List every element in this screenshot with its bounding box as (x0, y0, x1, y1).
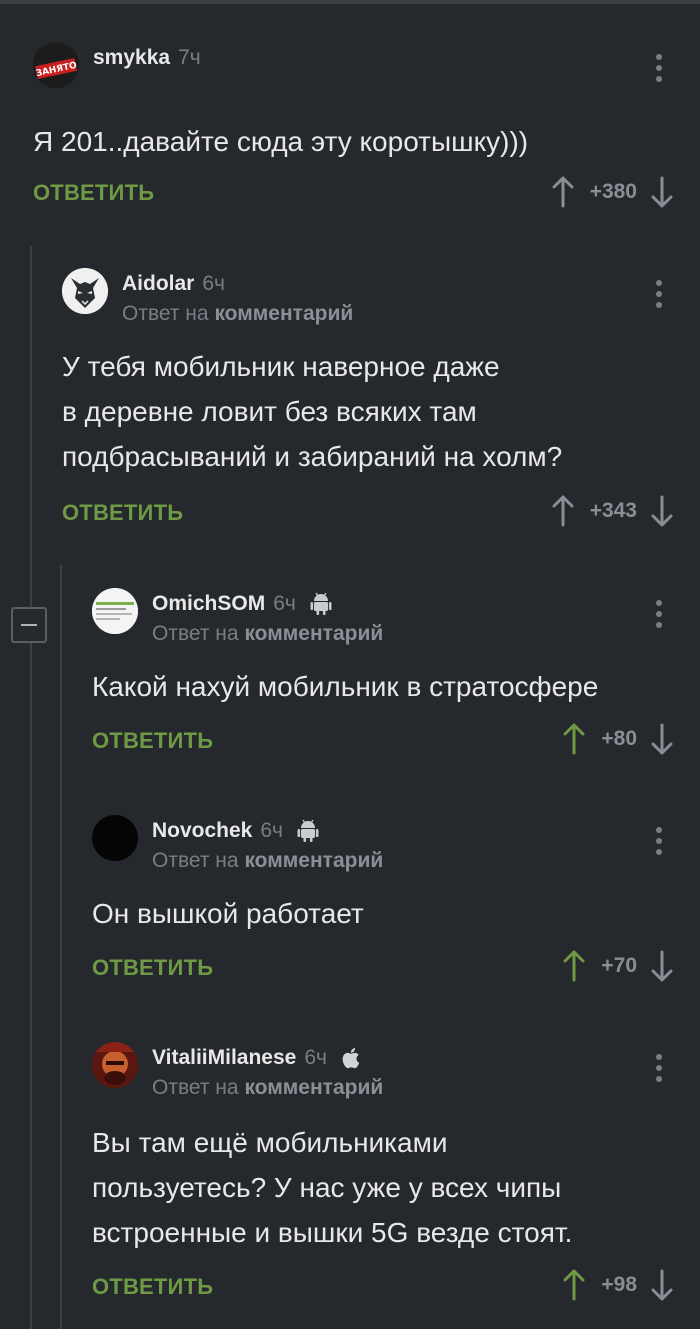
username[interactable]: OmichSOM (152, 592, 265, 616)
comment-vitaliimilanese: VitaliiMilanese 6ч Ответ на комментарий … (92, 1042, 673, 1312)
avatar-sticker-image: ЗАНЯТО (33, 42, 79, 88)
more-options-icon[interactable] (645, 594, 673, 634)
apple-icon (341, 1045, 363, 1071)
timestamp: 6ч (273, 592, 296, 615)
rating: +70 (601, 954, 637, 977)
reply-button[interactable]: ОТВЕТИТЬ (33, 180, 154, 206)
wolf-avatar-image (62, 268, 108, 314)
thread-line-level-2[interactable] (60, 565, 62, 1329)
downvote-arrow-icon[interactable] (651, 176, 673, 208)
reply-to-link[interactable]: комментарий (214, 302, 353, 325)
timestamp: 6ч (260, 819, 283, 842)
upvote-arrow-icon[interactable] (552, 495, 574, 527)
downvote-arrow-icon[interactable] (651, 723, 673, 755)
username[interactable]: Aidolar (122, 272, 194, 296)
comment-text: Какой нахуй мобильник в стратосфере (92, 671, 599, 702)
avatar[interactable] (92, 588, 138, 634)
username[interactable]: VitaliiMilanese (152, 1046, 296, 1070)
rating: +343 (589, 499, 637, 522)
avatar[interactable] (92, 815, 138, 861)
reply-to: Ответ на комментарий (152, 622, 384, 645)
thread-line-level-1[interactable] (30, 246, 32, 1329)
reply-to: Ответ на комментарий (152, 849, 384, 872)
avatar[interactable]: ЗАНЯТО (33, 42, 79, 88)
comment-text: Я 201..давайте сюда эту коротышку))) (33, 126, 529, 157)
comment-novochek: Novochek 6ч Ответ на комментарий Он вышк… (92, 815, 673, 995)
downvote-arrow-icon[interactable] (651, 950, 673, 982)
top-bar (0, 0, 700, 4)
upvote-arrow-icon[interactable] (563, 950, 585, 982)
downvote-arrow-icon[interactable] (651, 1269, 673, 1301)
comment-smykka: ЗАНЯТО smykka 7ч Я 201..давайте сюда эту… (33, 42, 673, 217)
android-icon (310, 592, 332, 616)
rating: +380 (589, 180, 637, 203)
comment-text: Он вышкой работает (92, 898, 364, 929)
comment-aidolar: Aidolar 6ч Ответ на комментарий У тебя м… (62, 268, 673, 538)
reply-to: Ответ на комментарий (152, 1076, 384, 1099)
upvote-arrow-icon[interactable] (563, 723, 585, 755)
reply-to-link[interactable]: комментарий (244, 849, 383, 872)
reply-to-link[interactable]: комментарий (244, 622, 383, 645)
upvote-arrow-icon[interactable] (552, 176, 574, 208)
timestamp: 7ч (178, 46, 201, 69)
avatar-image (92, 588, 138, 634)
rating: +98 (601, 1273, 637, 1296)
avatar-photo-image (92, 1042, 138, 1088)
collapse-thread-button[interactable] (11, 607, 47, 643)
avatar[interactable] (92, 1042, 138, 1088)
comment-text: Вы там ещё мобильниками пользуетесь? У н… (92, 1127, 573, 1248)
timestamp: 6ч (202, 272, 225, 295)
more-options-icon[interactable] (645, 48, 673, 88)
minus-icon (21, 624, 37, 626)
reply-button[interactable]: ОТВЕТИТЬ (92, 955, 213, 981)
username[interactable]: Novochek (152, 819, 252, 843)
username[interactable]: smykka (93, 46, 170, 70)
reply-button[interactable]: ОТВЕТИТЬ (62, 500, 183, 526)
timestamp: 6ч (304, 1046, 327, 1069)
upvote-arrow-icon[interactable] (563, 1269, 585, 1301)
rating: +80 (601, 727, 637, 750)
reply-to-link[interactable]: комментарий (244, 1076, 383, 1099)
more-options-icon[interactable] (645, 274, 673, 314)
comment-text: У тебя мобильник наверное даже в деревне… (62, 351, 563, 472)
downvote-arrow-icon[interactable] (651, 495, 673, 527)
more-options-icon[interactable] (645, 1048, 673, 1088)
reply-to: Ответ на комментарий (122, 302, 354, 325)
comment-omichsom: OmichSOM 6ч Ответ на комментарий Какой н… (92, 588, 673, 768)
reply-button[interactable]: ОТВЕТИТЬ (92, 728, 213, 754)
more-options-icon[interactable] (645, 821, 673, 861)
avatar[interactable] (62, 268, 108, 314)
reply-button[interactable]: ОТВЕТИТЬ (92, 1274, 213, 1300)
android-icon (297, 819, 319, 843)
